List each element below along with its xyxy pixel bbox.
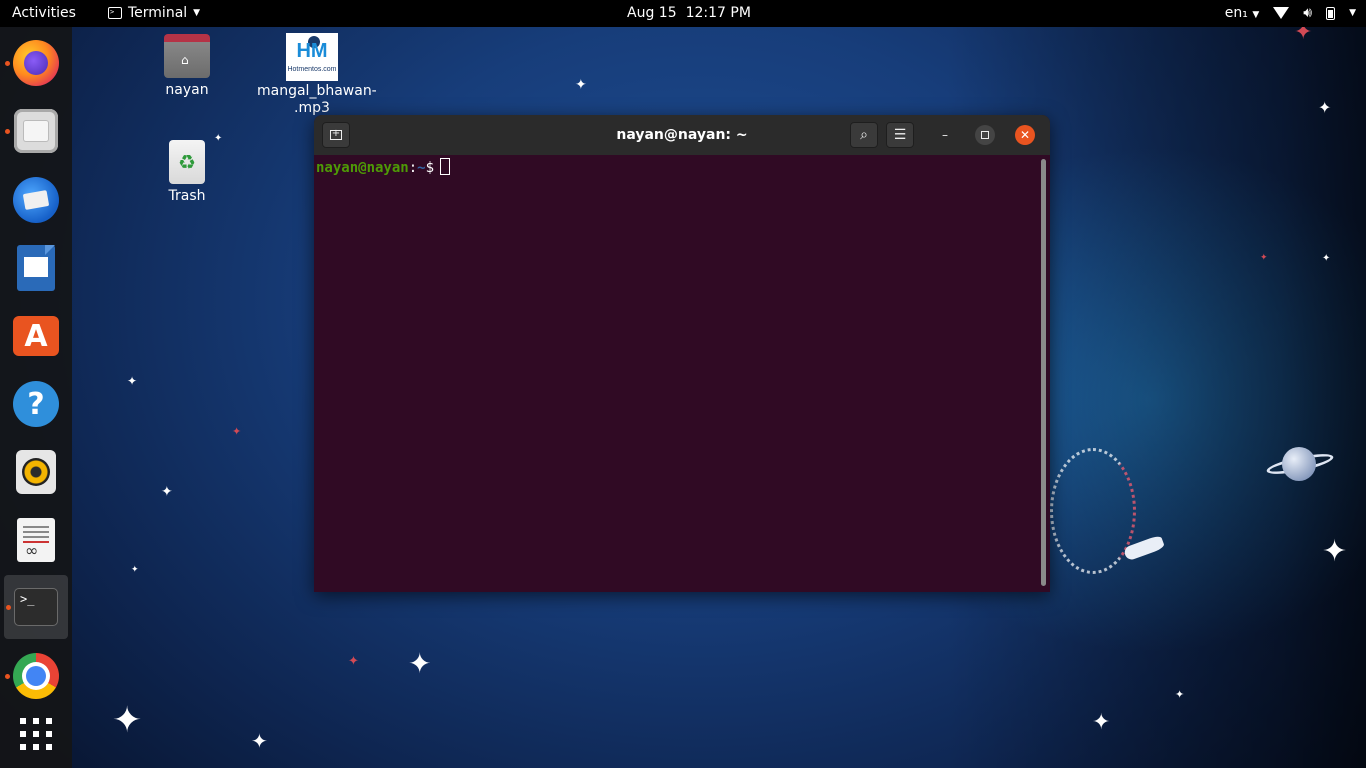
dock-item-reader[interactable]: [9, 513, 63, 567]
minimize-button[interactable]: –: [935, 125, 955, 145]
star-decoration: ✦: [1322, 537, 1347, 567]
rhythmbox-icon: [16, 450, 56, 494]
spiral-decoration: [1050, 448, 1136, 574]
menu-button[interactable]: ☰: [886, 122, 914, 148]
star-decoration: ✦: [1092, 712, 1110, 734]
home-folder-icon: ⌂: [164, 38, 210, 78]
star-decoration: ✦: [1175, 689, 1184, 700]
help-icon: ?: [13, 381, 59, 427]
dock-item-help[interactable]: ?: [9, 377, 63, 431]
system-tray: en₁ ▼ 🔊︎ ▼: [1225, 5, 1356, 21]
thunderbird-icon: [13, 177, 59, 223]
keyboard-layout-label: en₁: [1225, 5, 1248, 21]
star-decoration: ✦: [1322, 254, 1330, 264]
desktop-icon-mp3[interactable]: HM Hotmentos.com mangal_bhawan- .mp3: [257, 33, 367, 117]
star-decoration: ✦: [161, 485, 173, 499]
volume-icon[interactable]: 🔊︎: [1303, 5, 1312, 21]
keyboard-layout-indicator[interactable]: en₁ ▼: [1225, 5, 1259, 21]
close-icon: ✕: [1020, 128, 1030, 142]
prompt-dollar: $: [426, 160, 434, 176]
hamburger-icon: ☰: [894, 127, 907, 143]
terminal-icon: >_: [14, 588, 58, 626]
close-button[interactable]: ✕: [1015, 125, 1035, 145]
files-icon: [14, 109, 58, 153]
dock-item-terminal[interactable]: >_: [4, 575, 68, 639]
star-decoration: ✦: [127, 375, 137, 387]
dock: A ? >_: [0, 27, 72, 768]
reader-icon: [17, 518, 55, 562]
star-decoration: ✦: [1260, 254, 1268, 263]
app-grid-icon: [20, 718, 52, 750]
running-indicator: [5, 674, 10, 679]
battery-icon[interactable]: [1326, 7, 1335, 20]
desktop-icon-label: mangal_bhawan- .mp3: [257, 83, 367, 117]
terminal-header-bar[interactable]: + nayan@nayan: ~ ⌕ ☰ – ✕: [314, 115, 1050, 155]
dock-item-firefox[interactable]: [9, 36, 63, 90]
dock-item-writer[interactable]: [9, 241, 63, 295]
thumbnail-logo: HM: [286, 43, 338, 60]
chevron-down-icon: ▼: [1252, 10, 1259, 20]
chevron-down-icon: ▼: [193, 8, 200, 18]
prompt-separator: :: [409, 160, 417, 176]
running-indicator: [5, 129, 10, 134]
clock-button[interactable]: Aug 15 12:17 PM: [627, 5, 751, 21]
app-menu-button[interactable]: > Terminal ▼: [108, 5, 200, 21]
star-decoration: ✦: [232, 426, 241, 437]
system-menu-chevron-icon[interactable]: ▼: [1349, 8, 1356, 18]
firefox-icon: [13, 40, 59, 86]
dock-item-rhythmbox[interactable]: [9, 445, 63, 499]
running-indicator: [5, 61, 10, 66]
top-bar: Activities > Terminal ▼ Aug 15 12:17 PM …: [0, 0, 1366, 27]
desktop-icon-home[interactable]: ⌂ nayan: [132, 38, 242, 99]
terminal-output[interactable]: nayan@nayan:~$: [314, 155, 1050, 592]
clock-time: 12:17 PM: [686, 5, 751, 21]
terminal-scrollbar[interactable]: [1041, 159, 1046, 586]
maximize-button[interactable]: [975, 125, 995, 145]
dock-item-thunderbird[interactable]: [9, 173, 63, 227]
star-decoration: ✦: [251, 731, 268, 751]
running-indicator: [6, 605, 11, 610]
terminal-app-icon: >: [108, 7, 122, 19]
star-decoration: ✦: [131, 566, 139, 575]
audio-file-thumbnail: HM Hotmentos.com: [286, 33, 338, 81]
activities-button[interactable]: Activities: [12, 5, 76, 21]
star-decoration: ✦: [575, 78, 587, 92]
clock-date: Aug 15: [627, 5, 677, 21]
thumbnail-site: Hotmentos.com: [286, 61, 338, 78]
show-applications-button[interactable]: [9, 707, 63, 761]
trash-icon: ♻: [169, 140, 205, 184]
desktop-icon-label: Trash: [132, 188, 242, 205]
desktop-icon-label: nayan: [132, 82, 242, 99]
search-icon: ⌕: [860, 127, 868, 143]
chrome-icon: [13, 653, 59, 699]
dock-item-chrome[interactable]: [9, 649, 63, 703]
star-decoration: ✦: [348, 655, 359, 668]
star-decoration: ✦: [112, 703, 142, 739]
star-decoration: ✦: [1318, 100, 1331, 116]
dock-item-files[interactable]: [9, 104, 63, 158]
terminal-window[interactable]: + nayan@nayan: ~ ⌕ ☰ – ✕ nayan@nayan:~$: [314, 115, 1050, 592]
prompt-path: ~: [417, 160, 425, 176]
software-icon: A: [13, 316, 59, 356]
desktop-icon-trash[interactable]: ♻ Trash: [132, 140, 242, 205]
prompt-user: nayan@nayan: [316, 160, 409, 176]
maximize-icon: [981, 131, 989, 139]
star-decoration: ✦: [408, 650, 431, 678]
planet-decoration: [1282, 447, 1316, 481]
app-menu-label: Terminal: [128, 5, 187, 21]
text-cursor: [440, 158, 450, 175]
minimize-icon: –: [942, 128, 948, 142]
wifi-icon[interactable]: [1273, 7, 1289, 19]
search-button[interactable]: ⌕: [850, 122, 878, 148]
writer-icon: [17, 245, 55, 291]
dock-item-software[interactable]: A: [9, 309, 63, 363]
